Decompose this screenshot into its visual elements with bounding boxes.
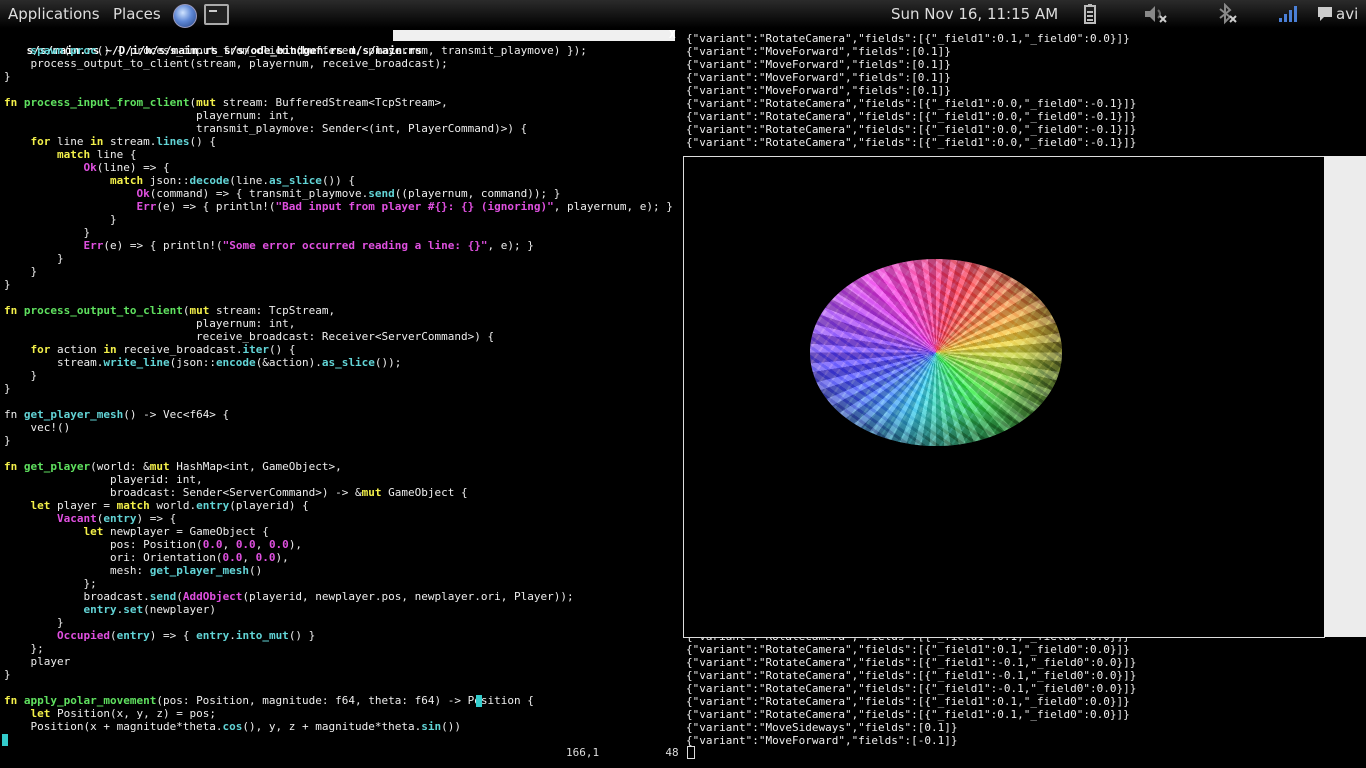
- log-line: {"variant":"MoveSideways","fields":[0.1]…: [686, 721, 958, 734]
- code-line: }: [4, 278, 11, 291]
- bracket-match-highlight: [476, 695, 482, 707]
- log-line: {"variant":"RotateCamera","fields":[{"_f…: [686, 682, 1137, 695]
- log-line: {"variant":"MoveForward","fields":[0.1]}: [686, 58, 951, 71]
- log-line: {"variant":"MoveForward","fields":[-0.1]…: [686, 734, 958, 747]
- code-line: }: [4, 369, 38, 382]
- vim-editor-pane[interactable]: s/s/main.rs ~/D/i/h/s/main.rs s/s/ode_bind…: [0, 28, 678, 768]
- code-line: Position(x + magnitude*theta.cos(), y, z…: [4, 720, 461, 733]
- code-line: Ok(command) => { transmit_playmove.send(…: [136, 187, 561, 200]
- log-line: {"variant":"RotateCamera","fields":[{"_f…: [686, 695, 1130, 708]
- code-line: let player = match world.entry(playerid)…: [30, 499, 309, 512]
- clock[interactable]: Sun Nov 16, 11:15 AM: [891, 4, 1058, 24]
- code-line: match line {: [56, 148, 137, 161]
- code-line: Ok(line) => {: [83, 161, 170, 174]
- code-buffer[interactable]: spawn(proc() { process_input_from_client…: [4, 44, 673, 746]
- terminal-output-top: {"variant":"RotateCamera","fields":[{"_f…: [686, 32, 1136, 149]
- battery-icon[interactable]: [1079, 3, 1101, 25]
- code-line: }: [4, 434, 11, 447]
- network-signal-icon[interactable]: [1277, 3, 1297, 25]
- code-line: Occupied(entry) => { entry.into_mut() }: [56, 629, 316, 642]
- code-line: playerid: int,: [4, 473, 203, 486]
- web-browser-icon[interactable]: [173, 4, 197, 28]
- volume-muted-icon[interactable]: [1143, 3, 1169, 25]
- code-line: process_output_to_client(stream, playern…: [4, 57, 448, 70]
- code-line: mesh: get_player_mesh(): [4, 564, 263, 577]
- code-line: }: [4, 226, 91, 239]
- render-window-margin: [1324, 156, 1366, 637]
- ruler-position: 166,1: [566, 746, 600, 759]
- code-line: playernum: int,: [4, 317, 296, 330]
- code-line: }: [4, 213, 117, 226]
- code-line: broadcast.send(AddObject(playerid, newpl…: [4, 590, 574, 603]
- vim-ruler: 166,1 48%: [566, 746, 678, 759]
- code-line: entry.set(newplayer): [83, 603, 216, 616]
- log-line: {"variant":"RotateCamera","fields":[{"_f…: [686, 97, 1137, 110]
- code-line: fn process_input_from_client(mut stream:…: [4, 96, 448, 109]
- log-line: {"variant":"RotateCamera","fields":[{"_f…: [686, 110, 1137, 123]
- code-line: for action in receive_broadcast.iter() {: [30, 343, 296, 356]
- code-line: };: [4, 642, 44, 655]
- code-line: }: [4, 252, 64, 265]
- code-line: ori: Orientation(0.0, 0.0),: [4, 551, 289, 564]
- bluetooth-off-icon[interactable]: [1215, 2, 1239, 25]
- code-line: }: [4, 382, 11, 395]
- terminal-cursor: [687, 746, 695, 759]
- code-line: let Position(x, y, z) = pos;: [30, 707, 216, 720]
- log-line: {"variant":"RotateCamera","fields":[{"_f…: [686, 708, 1130, 721]
- terminal-output-bottom: {"variant":"RotateCamera","fields":[{"_f…: [686, 630, 1136, 747]
- log-line: {"variant":"RotateCamera","fields":[{"_f…: [686, 136, 1137, 149]
- code-line: Err(e) => { println!("Some error occurre…: [83, 239, 534, 252]
- code-line: vec!(): [4, 421, 71, 434]
- log-line: {"variant":"RotateCamera","fields":[{"_f…: [686, 32, 1130, 45]
- terminal-icon[interactable]: [204, 4, 229, 25]
- code-line: stream.write_line(json::encode(&action).…: [4, 356, 402, 369]
- tabline-fill: [393, 30, 675, 41]
- tab-close-button[interactable]: X: [669, 28, 676, 41]
- log-line: {"variant":"RotateCamera","fields":[{"_f…: [686, 123, 1137, 136]
- code-line: playernum: int,: [4, 109, 296, 122]
- code-line: transmit_playmove: Sender<(int, PlayerCo…: [4, 122, 528, 135]
- log-line: {"variant":"MoveForward","fields":[0.1]}: [686, 84, 951, 97]
- code-line: fn process_output_to_client(mut stream: …: [4, 304, 336, 317]
- rendered-sphere: [810, 259, 1062, 446]
- applications-menu[interactable]: Applications: [8, 4, 100, 24]
- code-line: let newplayer = GameObject {: [83, 525, 269, 538]
- code-line: }: [4, 616, 64, 629]
- code-line: broadcast: Sender<ServerCommand>) -> &mu…: [4, 486, 468, 499]
- ruler-percent: 48%: [665, 746, 678, 759]
- code-line: fn apply_polar_movement(pos: Position, m…: [4, 694, 534, 707]
- log-line: {"variant":"RotateCamera","fields":[{"_f…: [686, 669, 1137, 682]
- code-line: match json::decode(line.as_slice()) {: [109, 174, 356, 187]
- code-line: };: [4, 577, 97, 590]
- places-menu[interactable]: Places: [113, 4, 161, 24]
- log-line: {"variant":"RotateCamera","fields":[{"_f…: [686, 656, 1137, 669]
- code-line: receive_broadcast: Receiver<ServerComman…: [4, 330, 495, 343]
- top-panel: Applications Places Sun Nov 16, 11:15 AM…: [0, 0, 1366, 28]
- code-line: }: [4, 70, 11, 83]
- code-line: Vacant(entry) => {: [56, 512, 177, 525]
- opengl-render-window[interactable]: [683, 156, 1325, 638]
- code-line: fn get_player(world: &mut HashMap<int, G…: [4, 460, 342, 473]
- code-line: }: [4, 668, 11, 681]
- vim-cursor: [2, 734, 8, 746]
- log-line: {"variant":"MoveForward","fields":[0.1]}: [686, 71, 951, 84]
- code-line: Err(e) => { println!("Bad input from pla…: [136, 200, 673, 213]
- code-line: for line in stream.lines() {: [30, 135, 216, 148]
- code-line: pos: Position(0.0, 0.0, 0.0),: [4, 538, 303, 551]
- code-line: fn get_player_mesh() -> Vec<f64> {: [4, 408, 230, 421]
- code-line: spawn(proc() { process_input_from_client…: [30, 44, 587, 57]
- user-menu[interactable]: avi: [1336, 4, 1358, 24]
- log-line: {"variant":"RotateCamera","fields":[{"_f…: [686, 643, 1130, 656]
- chat-bubble-icon[interactable]: [1316, 3, 1334, 25]
- code-line: }: [4, 265, 38, 278]
- code-line: player: [4, 655, 71, 668]
- log-line: {"variant":"MoveForward","fields":[0.1]}: [686, 45, 951, 58]
